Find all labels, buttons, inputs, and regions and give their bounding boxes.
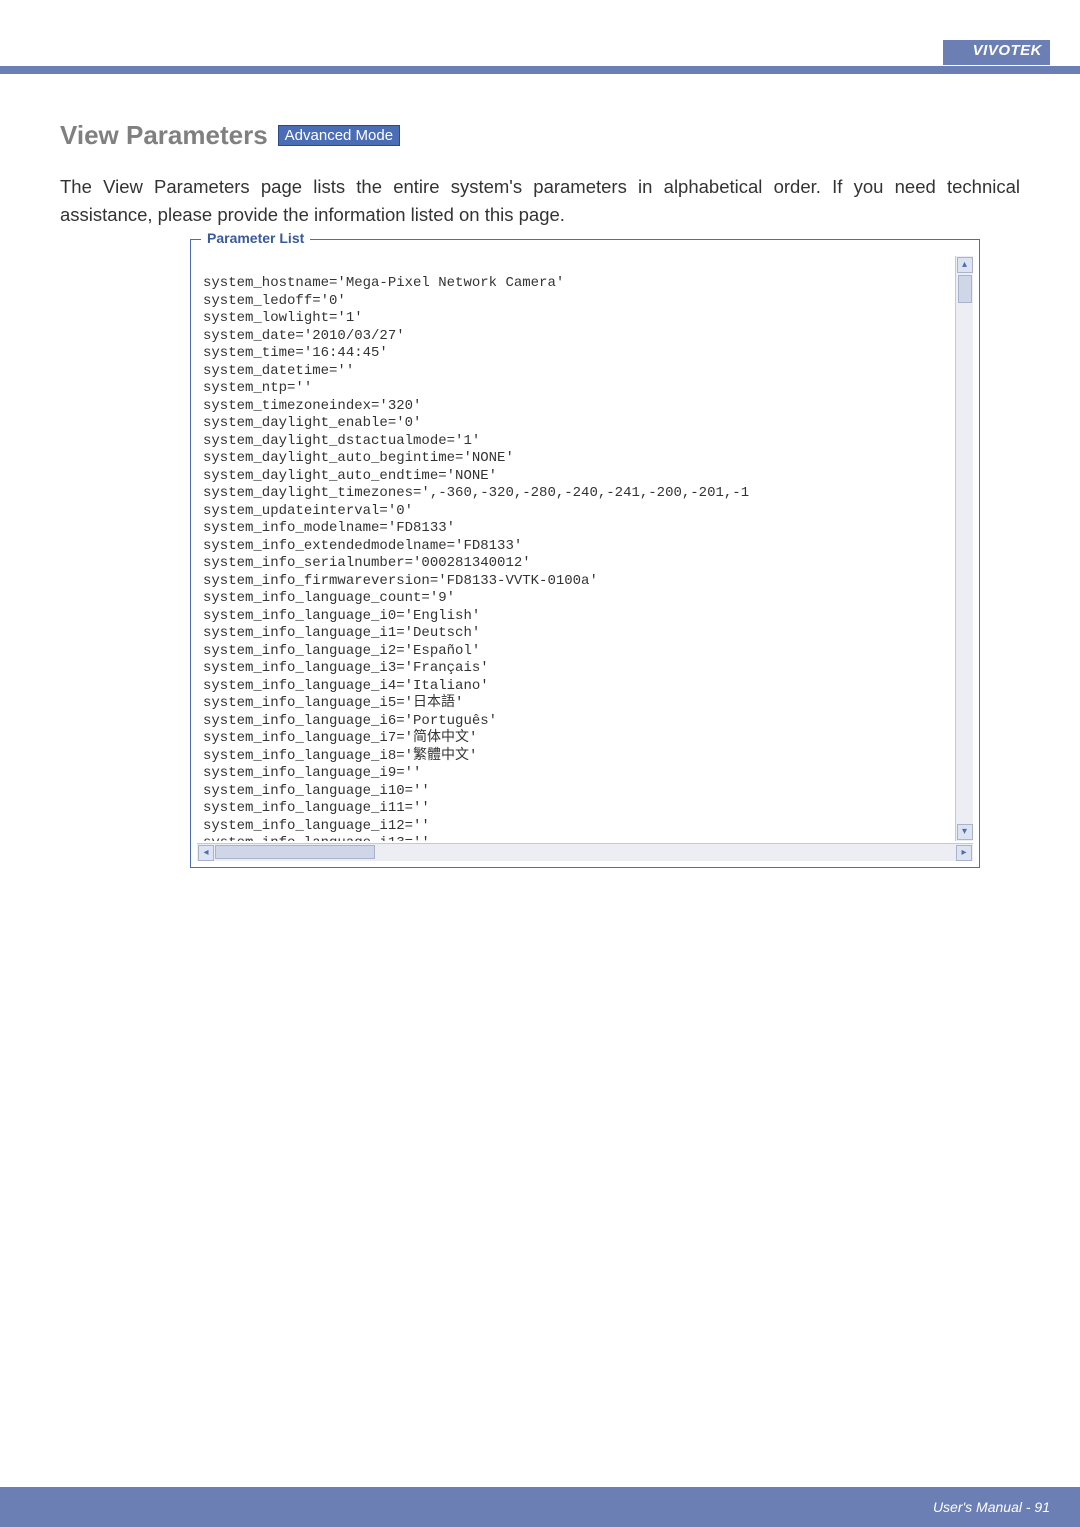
parameter-scroll-area: system_hostname='Mega-Pixel Network Came… [197,256,973,841]
fieldset-legend: Parameter List [201,230,310,246]
horizontal-scroll-track[interactable] [375,844,955,861]
page-title: View Parameters [60,120,268,151]
chevron-left-icon: ◂ [203,847,208,858]
scroll-down-button[interactable]: ▾ [957,824,973,840]
vertical-scrollbar[interactable]: ▴ ▾ [955,256,973,841]
scroll-left-button[interactable]: ◂ [198,845,214,861]
scroll-right-button[interactable]: ▸ [956,845,972,861]
scroll-up-button[interactable]: ▴ [957,257,973,273]
parameter-text[interactable]: system_hostname='Mega-Pixel Network Came… [197,256,955,841]
chevron-up-icon: ▴ [962,259,967,270]
header-bar [0,66,1080,74]
footer-text: User's Manual - 91 [933,1499,1050,1515]
parameter-panel-wrap: Parameter List system_hostname='Mega-Pix… [190,239,980,868]
page-header: VIVOTEK [0,0,1080,70]
horizontal-scrollbar[interactable]: ◂ ▸ [197,843,973,861]
parameter-fieldset: Parameter List system_hostname='Mega-Pix… [190,239,980,868]
title-row: View Parameters Advanced Mode [60,120,1020,151]
advanced-mode-badge: Advanced Mode [278,125,400,146]
horizontal-scroll-thumb[interactable] [215,845,375,859]
vertical-scroll-thumb[interactable] [958,275,972,303]
brand-label: VIVOTEK [943,40,1050,65]
content-area: View Parameters Advanced Mode The View P… [0,70,1080,868]
page-description: The View Parameters page lists the entir… [60,173,1020,229]
page-footer: User's Manual - 91 [0,1487,1080,1527]
chevron-down-icon: ▾ [962,826,967,837]
chevron-right-icon: ▸ [961,847,966,858]
